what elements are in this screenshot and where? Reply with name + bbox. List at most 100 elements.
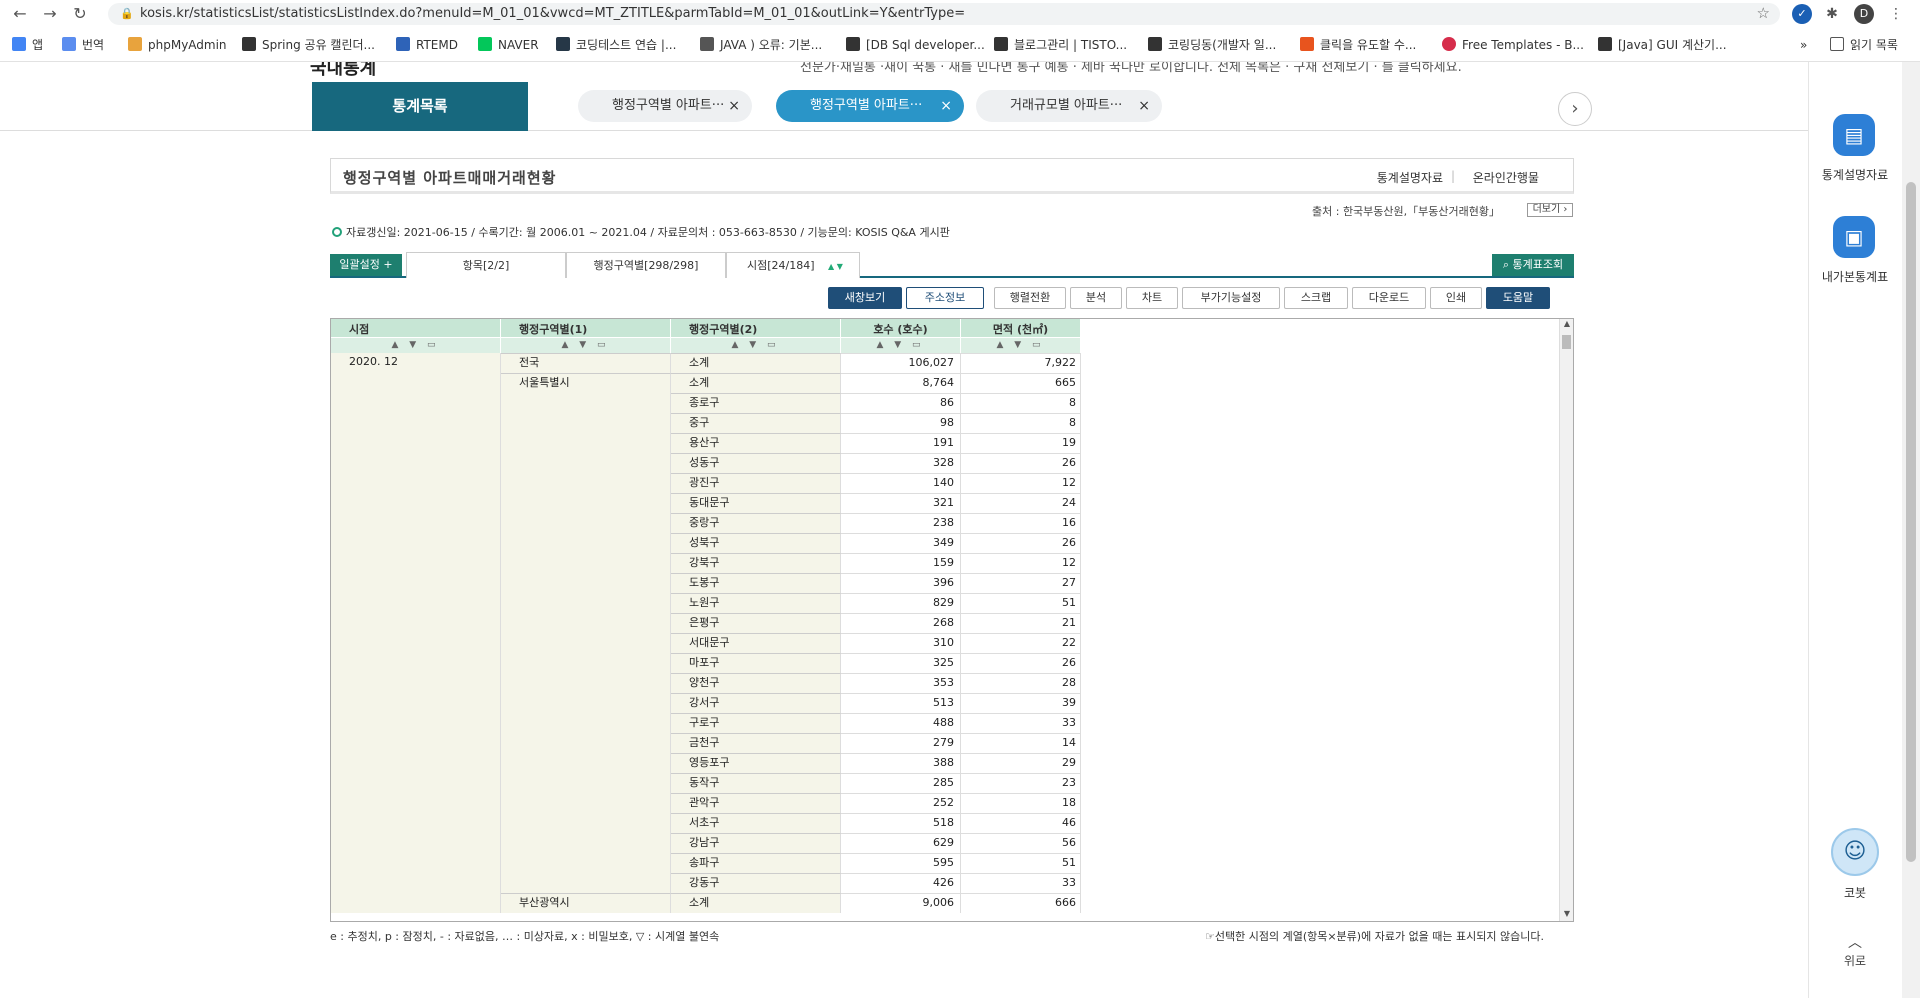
tab-stat-2-active[interactable]: 행정구역별 아파트··· ×: [776, 90, 964, 122]
address-info-button[interactable]: 주소정보: [906, 287, 984, 309]
area-cell: 18: [961, 793, 1081, 813]
bookmark-phpmyadmin[interactable]: phpMyAdmin: [128, 36, 227, 54]
bookmark-java-gui[interactable]: [Java] GUI 계산기...: [1598, 36, 1727, 54]
download-button[interactable]: 다운로드: [1352, 287, 1426, 309]
menu-dots-icon[interactable]: ⋮: [1886, 4, 1906, 24]
viewed-tables-icon[interactable]: ▣: [1833, 216, 1875, 258]
chart-button[interactable]: 차트: [1126, 287, 1178, 309]
reload-icon[interactable]: ↻: [70, 4, 90, 24]
count-cell: 325: [841, 653, 961, 673]
region2-cell: 소계: [671, 893, 841, 913]
bookmark-tistory[interactable]: 블로그관리 | TISTO...: [994, 36, 1127, 54]
stat-list-tab[interactable]: 통계목록: [312, 82, 528, 131]
region1-cell: [501, 773, 671, 793]
header-controls[interactable]: ▲ ▼ ▭: [501, 337, 670, 353]
stat-query-button[interactable]: ⌕ 통계표조회: [1492, 254, 1574, 276]
quick-label-description: 통계설명자료: [1821, 168, 1889, 182]
page-scrollbar[interactable]: [1902, 62, 1920, 998]
count-cell: 191: [841, 433, 961, 453]
new-window-button[interactable]: 새창보기: [828, 287, 902, 309]
bookmarks-more[interactable]: »: [1800, 36, 1807, 54]
header-controls[interactable]: ▲ ▼ ▭: [331, 337, 500, 353]
forward-icon[interactable]: →: [40, 4, 60, 24]
scrap-button[interactable]: 스크랩: [1284, 287, 1348, 309]
search-icon: ⌕: [1502, 258, 1513, 271]
region1-cell: [501, 573, 671, 593]
tab-label: 거래규모별 아파트···: [1010, 98, 1123, 113]
tab-period-label: 시점[24/184]: [747, 259, 815, 272]
profile-avatar[interactable]: D: [1854, 4, 1874, 24]
analysis-button[interactable]: 분석: [1070, 287, 1122, 309]
help-button[interactable]: 도움말: [1486, 287, 1550, 309]
count-cell: 353: [841, 673, 961, 693]
transpose-button[interactable]: 행렬전환: [994, 287, 1066, 309]
close-icon[interactable]: ×: [1138, 90, 1150, 122]
bookmark-naver[interactable]: NAVER: [478, 36, 539, 54]
region2-cell: 서초구: [671, 813, 841, 833]
grid-scrollbar[interactable]: ▲ ▼: [1559, 319, 1573, 921]
divider: [0, 130, 1810, 131]
header-controls[interactable]: ▲ ▼ ▭: [671, 337, 840, 353]
area-cell: 51: [961, 853, 1081, 873]
tab-next-arrow-icon[interactable]: ›: [1558, 92, 1592, 126]
stat-description-link[interactable]: 통계설명자료: [1377, 169, 1443, 186]
tab-region[interactable]: 행정구역별[298/298]: [566, 252, 726, 278]
apps-grid-icon: [12, 37, 26, 51]
count-cell: 349: [841, 533, 961, 553]
back-icon[interactable]: ←: [10, 4, 30, 24]
data-grid: 시점 ▲ ▼ ▭ 행정구역별(1) ▲ ▼ ▭ 행정구역별(2) ▲ ▼ ▭ 호수 (…: [330, 318, 1574, 922]
stat-description-icon[interactable]: ▤: [1833, 114, 1875, 156]
area-cell: 46: [961, 813, 1081, 833]
extension-check-icon[interactable]: ✓: [1792, 4, 1812, 24]
header-controls[interactable]: ▲ ▼ ▭: [961, 337, 1080, 353]
bookmark-click[interactable]: 클릭을 유도할 수...: [1300, 36, 1416, 54]
region2-cell: 영등포구: [671, 753, 841, 773]
scroll-down-icon[interactable]: ▼: [1560, 909, 1573, 921]
region1-cell: [501, 533, 671, 553]
tab-period[interactable]: 시점[24/184] ▲ ▼: [726, 252, 860, 278]
tab-stat-3[interactable]: 거래규모별 아파트··· ×: [976, 90, 1162, 122]
rtemd-icon: [396, 37, 410, 51]
kobot-label[interactable]: 코봇: [1809, 884, 1901, 901]
extra-settings-button[interactable]: 부가기능설정: [1182, 287, 1280, 309]
sort-arrows-icon[interactable]: ▲ ▼: [828, 262, 843, 271]
extensions-puzzle-icon[interactable]: ✱: [1822, 4, 1842, 24]
bookmark-db-sql[interactable]: [DB Sql developer...: [846, 36, 985, 54]
region1-cell: [501, 633, 671, 653]
info-text: 자료갱신일: 2021-06-15 / 수록기간: 월 2006.01 ~ 20…: [346, 226, 950, 239]
header-area: 면적 (천㎡) ▲ ▼ ▭: [961, 319, 1081, 353]
reading-list[interactable]: 읽기 목록: [1830, 36, 1898, 54]
bulk-setting-button[interactable]: 일괄설정 +: [330, 254, 402, 276]
quick-menu: ▤ 통계설명자료 ▣ 내가본통계표 ☺ 코봇 ︿ 위로: [1808, 62, 1900, 998]
scroll-up-icon[interactable]: ▲: [1560, 319, 1573, 331]
bookmark-free-templates[interactable]: Free Templates - B...: [1442, 36, 1584, 54]
tab-items[interactable]: 항목[2/2]: [406, 252, 566, 278]
close-icon[interactable]: ×: [728, 90, 740, 122]
period-cell: 2020. 12: [331, 353, 501, 913]
address-bar[interactable]: 🔒 kosis.kr/statisticsList/statisticsList…: [108, 3, 1780, 25]
scrollbar-thumb[interactable]: [1562, 335, 1571, 349]
bookmark-translate[interactable]: 번역: [62, 36, 104, 54]
area-cell: 33: [961, 873, 1081, 893]
more-button[interactable]: 더보기 ›: [1527, 203, 1573, 217]
bookmark-spring[interactable]: Spring 공유 캘린더...: [242, 36, 375, 54]
region2-cell: 양천구: [671, 673, 841, 693]
print-button[interactable]: 인쇄: [1430, 287, 1482, 309]
header-controls[interactable]: ▲ ▼ ▭: [841, 337, 960, 353]
tab-stat-1[interactable]: 행정구역별 아파트··· ×: [578, 90, 752, 122]
close-icon[interactable]: ×: [940, 90, 952, 122]
page-scrollbar-thumb[interactable]: [1906, 182, 1916, 862]
scroll-top-button[interactable]: ︿ 위로: [1809, 932, 1901, 969]
bookmark-java-error[interactable]: JAVA ) 오류: 기본...: [700, 36, 822, 54]
bookmark-rtemd[interactable]: RTEMD: [396, 36, 458, 54]
online-publication-link[interactable]: 온라인간행물: [1473, 169, 1539, 186]
tab-label: 행정구역별 아파트···: [810, 98, 923, 113]
kobot-chatbot-icon[interactable]: ☺: [1831, 828, 1879, 876]
region1-cell: [501, 413, 671, 433]
bookmark-coding-blog[interactable]: 코링딩동(개발자 일...: [1148, 36, 1276, 54]
bookmark-apps[interactable]: 앱: [12, 36, 43, 54]
bookmark-star-icon[interactable]: ☆: [1757, 4, 1770, 22]
count-cell: 106,027: [841, 353, 961, 373]
info-dot-icon: [332, 227, 342, 237]
bookmark-coding-test[interactable]: 코딩테스트 연습 |...: [556, 36, 676, 54]
